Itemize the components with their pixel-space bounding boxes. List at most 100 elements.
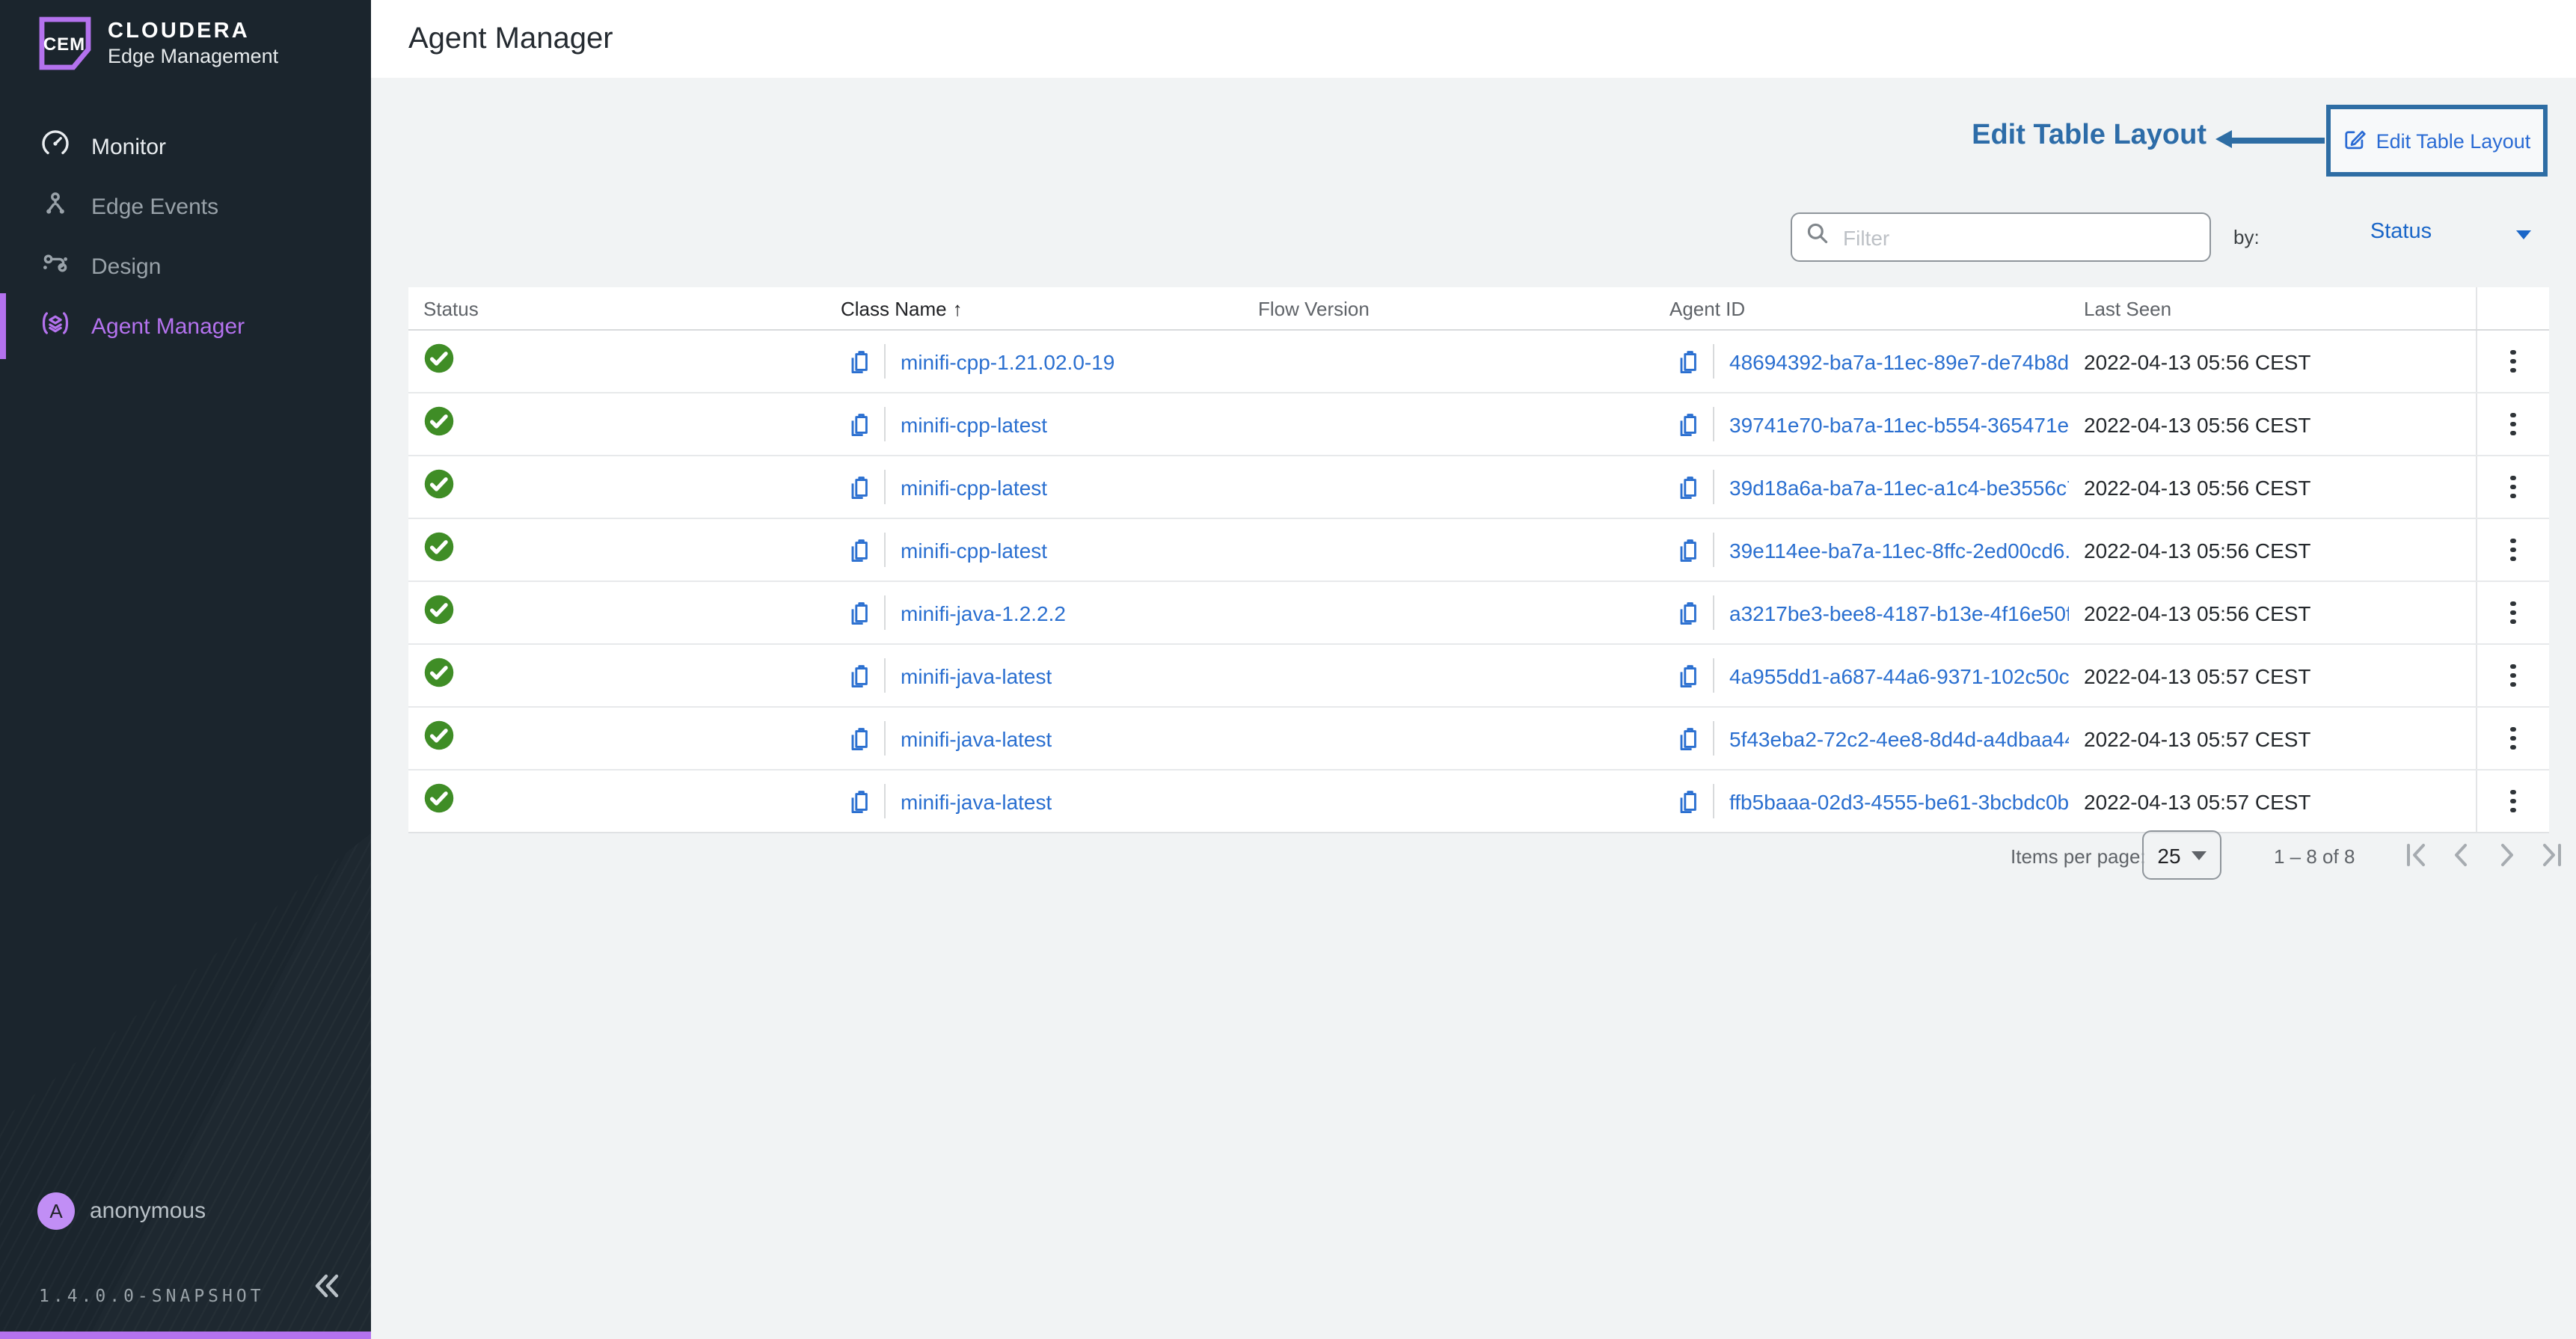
filter-input[interactable] xyxy=(1840,224,2209,251)
class-name-link[interactable]: minifi-cpp-latest xyxy=(901,475,1047,499)
filter-by-select[interactable]: Status xyxy=(2311,220,2551,256)
copy-icon[interactable] xyxy=(1675,725,1699,752)
user-menu[interactable]: A anonymous xyxy=(37,1192,206,1230)
sidebar-item-design[interactable]: Design xyxy=(0,236,371,296)
status-cell xyxy=(408,593,832,632)
class-name-link[interactable]: minifi-java-latest xyxy=(901,664,1052,687)
class-name-link[interactable]: minifi-cpp-latest xyxy=(901,538,1047,562)
copy-icon[interactable] xyxy=(847,474,871,500)
agent-id-link[interactable]: 5f43eba2-72c2-4ee8-8d4d-a4dbaa44... xyxy=(1729,726,2069,750)
check-circle-icon xyxy=(423,342,455,381)
version-label: 1.4.0.0-SNAPSHOT xyxy=(39,1285,265,1306)
agent-id-link[interactable]: 39d18a6a-ba7a-11ec-a1c4-be3556c7... xyxy=(1729,475,2069,499)
copy-icon[interactable] xyxy=(1675,662,1699,689)
agent-id-link[interactable]: ffb5baaa-02d3-4555-be61-3bcbdc0bf... xyxy=(1729,789,2069,813)
check-circle-icon xyxy=(423,782,455,821)
agent-id-link[interactable]: 48694392-ba7a-11ec-89e7-de74b8d... xyxy=(1729,349,2069,373)
last-seen-cell: 2022-04-13 05:57 CEST xyxy=(2069,726,2476,750)
agent-id-link[interactable]: 39e114ee-ba7a-11ec-8ffc-2ed00cd6... xyxy=(1729,538,2069,562)
column-header-class-name[interactable]: Class Name↑ xyxy=(832,297,1243,319)
copy-icon[interactable] xyxy=(1675,536,1699,563)
class-name-link[interactable]: minifi-cpp-1.21.02.0-19 xyxy=(901,349,1114,373)
row-actions-cell xyxy=(2476,770,2549,832)
class-name-cell: minifi-cpp-latest xyxy=(832,407,1243,441)
kebab-menu-icon[interactable] xyxy=(2505,533,2522,568)
class-name-link[interactable]: minifi-java-1.2.2.2 xyxy=(901,601,1066,625)
column-header-agent-id[interactable]: Agent ID xyxy=(1660,297,2069,319)
edit-table-layout-button[interactable]: Edit Table Layout xyxy=(2334,125,2540,156)
class-name-cell: minifi-cpp-latest xyxy=(832,533,1243,567)
next-page-icon[interactable] xyxy=(2492,841,2521,869)
brand-text: CLOUDERA Edge Management xyxy=(108,19,278,68)
copy-icon[interactable] xyxy=(1675,599,1699,626)
divider xyxy=(1713,784,1714,818)
sidebar: CEM CLOUDERA Edge Management Monitor xyxy=(0,0,371,1339)
sidebar-accent-bar xyxy=(0,1332,371,1339)
copy-icon[interactable] xyxy=(847,662,871,689)
previous-page-icon[interactable] xyxy=(2447,841,2476,869)
copy-icon[interactable] xyxy=(847,725,871,752)
sidebar-item-label: Design xyxy=(91,254,161,279)
sidebar-collapse-button[interactable] xyxy=(313,1273,341,1299)
check-circle-icon xyxy=(423,405,455,444)
table-row: minifi-java-latest 5f43eba2-72c2-4ee8-8d… xyxy=(408,708,2549,770)
kebab-menu-icon[interactable] xyxy=(2505,784,2522,819)
last-seen-cell: 2022-04-13 05:56 CEST xyxy=(2069,349,2476,373)
kebab-menu-icon[interactable] xyxy=(2505,407,2522,442)
edit-icon xyxy=(2343,126,2367,155)
svg-text:CEM: CEM xyxy=(43,34,85,55)
last-seen-cell: 2022-04-13 05:56 CEST xyxy=(2069,412,2476,436)
sidebar-item-monitor[interactable]: Monitor xyxy=(0,117,371,177)
copy-icon[interactable] xyxy=(1675,474,1699,500)
agent-id-link[interactable]: a3217be3-bee8-4187-b13e-4f16e50f... xyxy=(1729,601,2069,625)
copy-icon[interactable] xyxy=(1675,788,1699,815)
cem-badge-icon: CEM xyxy=(37,15,93,72)
copy-icon[interactable] xyxy=(1675,411,1699,438)
annotation-arrow-icon xyxy=(2215,130,2325,150)
class-name-link[interactable]: minifi-cpp-latest xyxy=(901,412,1047,436)
first-page-icon[interactable] xyxy=(2402,841,2431,869)
user-name: anonymous xyxy=(90,1198,206,1224)
last-seen-cell: 2022-04-13 05:57 CEST xyxy=(2069,789,2476,813)
kebab-menu-icon[interactable] xyxy=(2505,721,2522,756)
agent-layers-icon xyxy=(40,308,70,344)
sidebar-item-agent-manager[interactable]: Agent Manager xyxy=(0,296,371,356)
class-name-cell: minifi-cpp-latest xyxy=(832,470,1243,504)
last-page-icon[interactable] xyxy=(2537,841,2566,869)
page-size-select[interactable]: 25 xyxy=(2142,830,2221,880)
copy-icon[interactable] xyxy=(847,411,871,438)
copy-icon[interactable] xyxy=(847,348,871,375)
chevron-down-icon xyxy=(2192,851,2207,860)
table-body: minifi-cpp-1.21.02.0-19 48694392-ba7a-11… xyxy=(408,331,2549,832)
status-cell xyxy=(408,530,832,569)
copy-icon[interactable] xyxy=(1675,348,1699,375)
agent-id-link[interactable]: 4a955dd1-a687-44a6-9371-102c50c... xyxy=(1729,664,2069,687)
sidebar-item-edge-events[interactable]: Edge Events xyxy=(0,177,371,236)
copy-icon[interactable] xyxy=(847,788,871,815)
class-name-link[interactable]: minifi-java-latest xyxy=(901,789,1052,813)
copy-icon[interactable] xyxy=(847,599,871,626)
filter-by-label: by: xyxy=(2233,226,2260,248)
copy-icon[interactable] xyxy=(847,536,871,563)
agent-id-link[interactable]: 39741e70-ba7a-11ec-b554-365471e... xyxy=(1729,412,2069,436)
divider xyxy=(1713,344,1714,379)
column-header-last-seen[interactable]: Last Seen xyxy=(2069,297,2476,319)
divider xyxy=(884,533,886,567)
kebab-menu-icon[interactable] xyxy=(2505,658,2522,693)
agent-id-cell: 39d18a6a-ba7a-11ec-a1c4-be3556c7... xyxy=(1660,470,2069,504)
kebab-menu-icon[interactable] xyxy=(2505,344,2522,379)
divider xyxy=(1713,533,1714,567)
kebab-menu-icon[interactable] xyxy=(2505,470,2522,505)
table-row: minifi-java-latest 4a955dd1-a687-44a6-93… xyxy=(408,645,2549,708)
column-header-flow-version[interactable]: Flow Version xyxy=(1243,297,1660,319)
brand-logo: CEM CLOUDERA Edge Management xyxy=(37,15,278,72)
table-header-row: Status Class Name↑ Flow Version Agent ID… xyxy=(408,287,2549,331)
table-row: minifi-cpp-latest 39741e70-ba7a-11ec-b55… xyxy=(408,393,2549,456)
agent-id-cell: 39741e70-ba7a-11ec-b554-365471e... xyxy=(1660,407,2069,441)
column-header-status[interactable]: Status xyxy=(408,297,832,319)
class-name-cell: minifi-java-latest xyxy=(832,784,1243,818)
class-name-link[interactable]: minifi-java-latest xyxy=(901,726,1052,750)
kebab-menu-icon[interactable] xyxy=(2505,595,2522,631)
brand-product: Edge Management xyxy=(108,44,278,68)
class-name-cell: minifi-java-latest xyxy=(832,658,1243,693)
